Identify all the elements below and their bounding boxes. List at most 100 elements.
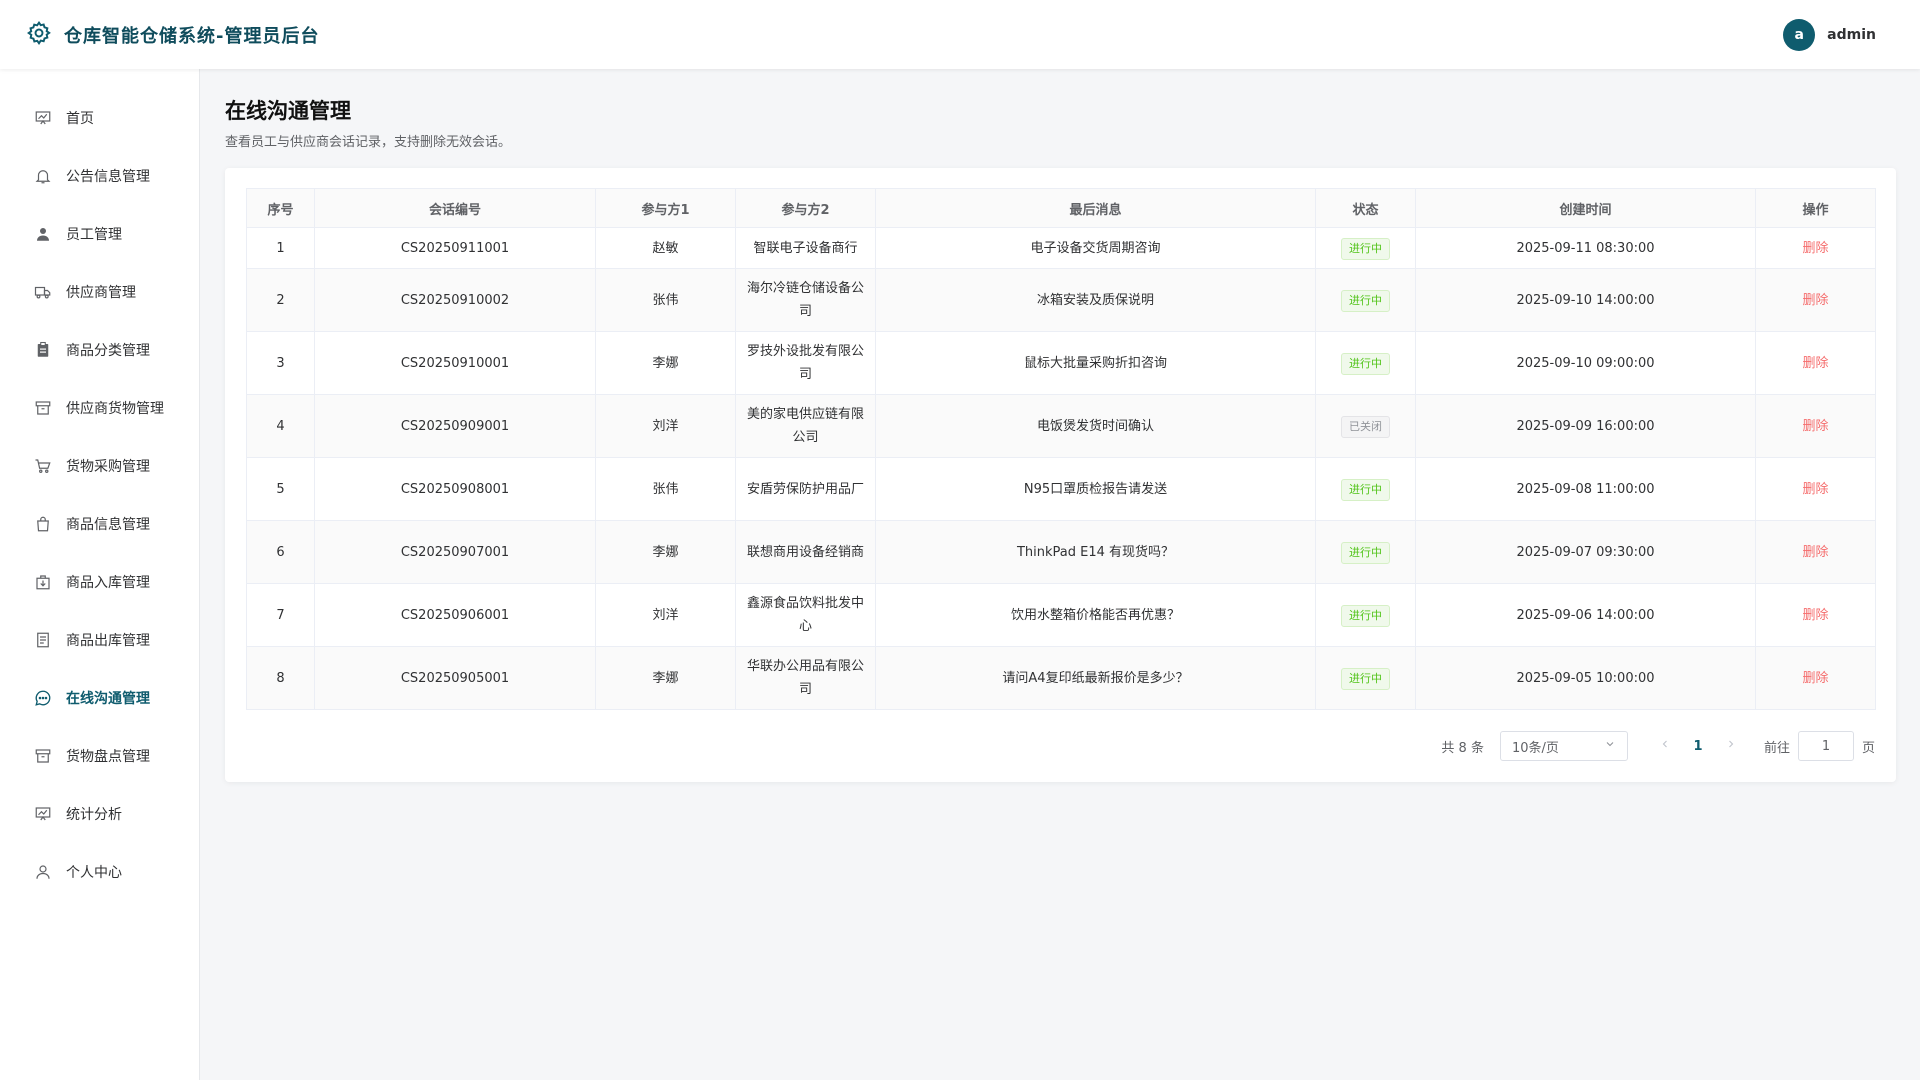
status-badge: 进行中 <box>1341 604 1390 627</box>
sidebar-item-label: 首页 <box>66 111 94 127</box>
delete-button[interactable]: 删除 <box>1802 482 1828 497</box>
cell-action: 删除 <box>1755 331 1876 395</box>
status-badge: 进行中 <box>1341 237 1390 260</box>
sidebar-item-notice[interactable]: 公告信息管理 <box>0 147 199 205</box>
cell-party2: 安盾劳保防护用品厂 <box>735 457 876 521</box>
sidebar-item-profile[interactable]: 个人中心 <box>0 843 199 901</box>
username[interactable]: admin <box>1827 27 1876 43</box>
column-header-action: 操作 <box>1755 188 1876 228</box>
delete-button[interactable]: 删除 <box>1802 293 1828 308</box>
delete-button[interactable]: 删除 <box>1802 241 1828 256</box>
sidebar-item-outbound[interactable]: 商品出库管理 <box>0 611 199 669</box>
page-jump: 前往 页 <box>1764 731 1875 761</box>
sidebar-item-label: 供应商管理 <box>66 285 136 301</box>
column-header-status: 状态 <box>1315 188 1416 228</box>
chat-icon <box>34 689 52 707</box>
delete-button[interactable]: 删除 <box>1802 608 1828 623</box>
table-row: 4 CS20250909001 刘洋 美的家电供应链有限公司 电饭煲发货时间确认… <box>246 394 1876 458</box>
status-badge: 进行中 <box>1341 541 1390 564</box>
sidebar-item-inventory[interactable]: 货物盘点管理 <box>0 727 199 785</box>
chevron-down-icon <box>1604 738 1616 754</box>
cell-party2: 海尔冷链仓储设备公司 <box>735 268 876 332</box>
column-header-code: 会话编号 <box>314 188 596 228</box>
sidebar-item-label: 货物盘点管理 <box>66 749 150 765</box>
status-badge: 已关闭 <box>1341 415 1390 438</box>
cell-no: 5 <box>246 457 315 521</box>
sidebar-item-supplier[interactable]: 供应商管理 <box>0 263 199 321</box>
page-number-current[interactable]: 1 <box>1680 739 1716 754</box>
cell-action: 删除 <box>1755 394 1876 458</box>
cell-action: 删除 <box>1755 268 1876 332</box>
cell-party1: 刘洋 <box>595 583 736 647</box>
cell-status: 已关闭 <box>1315 394 1416 458</box>
sidebar-item-label: 商品分类管理 <box>66 343 150 359</box>
cell-party2: 鑫源食品饮料批发中心 <box>735 583 876 647</box>
chevron-right-icon[interactable] <box>1716 738 1746 754</box>
delete-button[interactable]: 删除 <box>1802 356 1828 371</box>
cell-code: CS20250911001 <box>314 227 596 269</box>
cell-last-message: N95口罩质检报告请发送 <box>875 457 1316 521</box>
cell-no: 8 <box>246 646 315 710</box>
page-size-value: 10条/页 <box>1511 740 1559 756</box>
chevron-left-icon[interactable] <box>1650 738 1680 754</box>
cell-created: 2025-09-05 10:00:00 <box>1415 646 1756 710</box>
delete-button[interactable]: 删除 <box>1802 419 1828 434</box>
total-count: 共 8 条 <box>1441 740 1484 756</box>
cell-created: 2025-09-11 08:30:00 <box>1415 227 1756 269</box>
cell-last-message: 请问A4复印纸最新报价是多少？ <box>875 646 1316 710</box>
cell-status: 进行中 <box>1315 646 1416 710</box>
cell-code: CS20250905001 <box>314 646 596 710</box>
user-menu[interactable]: a admin <box>1783 18 1894 51</box>
table-row: 7 CS20250906001 刘洋 鑫源食品饮料批发中心 饮用水整箱价格能否再… <box>246 583 1876 647</box>
table-row: 5 CS20250908001 张伟 安盾劳保防护用品厂 N95口罩质检报告请发… <box>246 457 1876 521</box>
user-filled-icon <box>34 225 52 243</box>
sidebar-item-label: 货物采购管理 <box>66 459 150 475</box>
sidebar-item-label: 员工管理 <box>66 227 122 243</box>
truck-icon <box>34 283 52 301</box>
inbound-icon <box>34 573 52 591</box>
status-badge: 进行中 <box>1341 352 1390 375</box>
sidebar-item-home[interactable]: 首页 <box>0 89 199 147</box>
main-content: 在线沟通管理 查看员工与供应商会话记录，支持删除无效会话。 序号 会话编号 参与… <box>200 69 1920 1080</box>
box-icon <box>34 747 52 765</box>
page-size-select[interactable]: 10条/页 <box>1499 731 1628 761</box>
sidebar: 首页 公告信息管理 员工管理 供应商管理 商品分类管理 供应商货物管理 货物采购… <box>0 69 200 1080</box>
status-badge: 进行中 <box>1341 478 1390 501</box>
sidebar-item-label: 供应商货物管理 <box>66 401 164 417</box>
sessions-table: 序号 会话编号 参与方1 参与方2 最后消息 状态 创建时间 操作 1 CS20… <box>246 188 1876 710</box>
sidebar-item-supplier-goods[interactable]: 供应商货物管理 <box>0 379 199 437</box>
clipboard-icon <box>34 341 52 359</box>
cell-no: 3 <box>246 331 315 395</box>
goto-suffix: 页 <box>1861 740 1875 756</box>
sidebar-item-category[interactable]: 商品分类管理 <box>0 321 199 379</box>
column-header-created: 创建时间 <box>1415 188 1756 228</box>
cell-no: 2 <box>246 268 315 332</box>
user-icon <box>34 863 52 881</box>
sidebar-item-goods-info[interactable]: 商品信息管理 <box>0 495 199 553</box>
cell-code: CS20250909001 <box>314 394 596 458</box>
cell-party1: 张伟 <box>595 268 736 332</box>
table-row: 1 CS20250911001 赵敏 智联电子设备商行 电子设备交货周期咨询 进… <box>246 227 1876 269</box>
bag-icon <box>34 515 52 533</box>
cell-code: CS20250910001 <box>314 331 596 395</box>
sidebar-item-statistics[interactable]: 统计分析 <box>0 785 199 843</box>
cell-action: 删除 <box>1755 520 1876 584</box>
cell-party2: 华联办公用品有限公司 <box>735 646 876 710</box>
avatar[interactable]: a <box>1783 18 1816 51</box>
sidebar-item-inbound[interactable]: 商品入库管理 <box>0 553 199 611</box>
delete-button[interactable]: 删除 <box>1802 671 1828 686</box>
goto-page-input[interactable] <box>1797 731 1854 761</box>
cell-action: 删除 <box>1755 583 1876 647</box>
cell-party2: 罗技外设批发有限公司 <box>735 331 876 395</box>
sidebar-item-label: 公告信息管理 <box>66 169 150 185</box>
column-header-party2: 参与方2 <box>735 188 876 228</box>
delete-button[interactable]: 删除 <box>1802 545 1828 560</box>
cell-party1: 李娜 <box>595 646 736 710</box>
sidebar-item-purchase[interactable]: 货物采购管理 <box>0 437 199 495</box>
cell-party1: 赵敏 <box>595 227 736 269</box>
table-row: 2 CS20250910002 张伟 海尔冷链仓储设备公司 冰箱安装及质保说明 … <box>246 268 1876 332</box>
sidebar-item-employee[interactable]: 员工管理 <box>0 205 199 263</box>
cell-status: 进行中 <box>1315 227 1416 269</box>
cell-status: 进行中 <box>1315 520 1416 584</box>
sidebar-item-chat[interactable]: 在线沟通管理 <box>0 669 199 727</box>
